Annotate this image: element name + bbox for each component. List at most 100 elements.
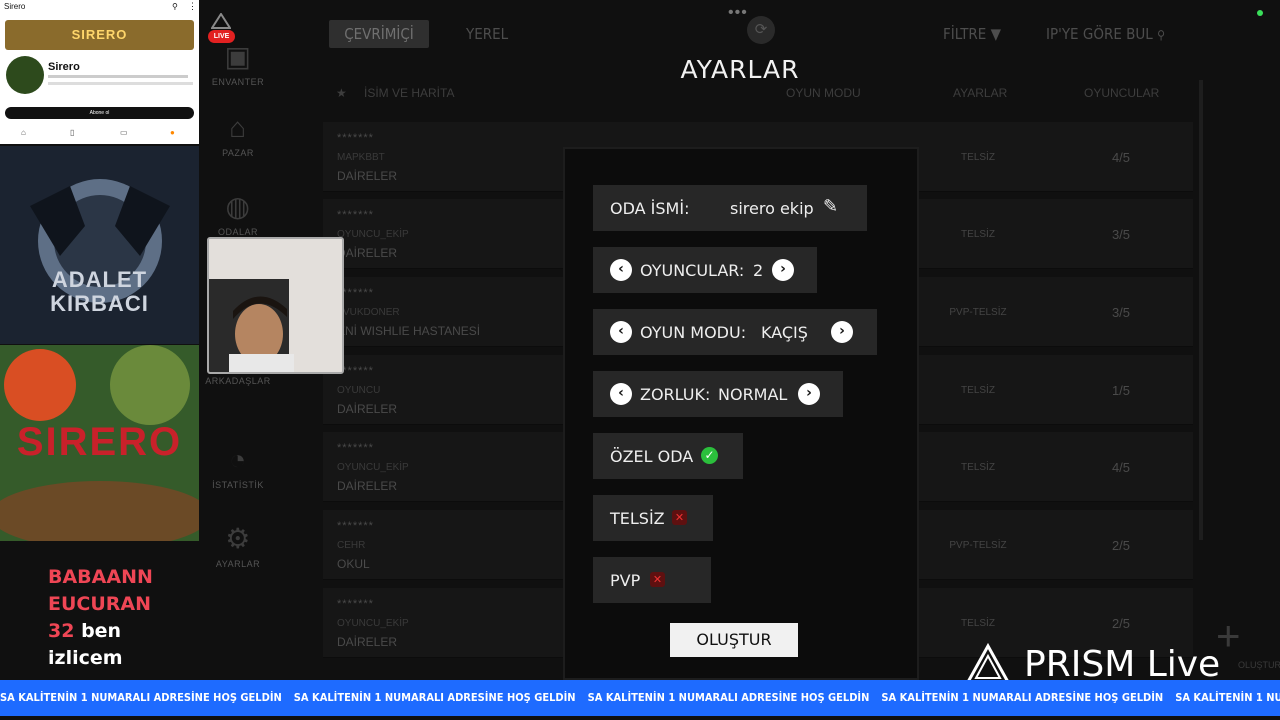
close-icon: ✕ [672, 510, 687, 525]
room-players: 4/5 [1111, 460, 1131, 475]
backpack-icon: ▣ [224, 41, 252, 72]
column-header-mode: OYUN MODU [786, 86, 861, 100]
room-list-scrollbar[interactable] [1199, 80, 1203, 540]
chevron-left-icon[interactable]: ‹ [610, 259, 632, 281]
webcam-image [209, 239, 342, 372]
radio-label: TELSİZ [610, 509, 665, 528]
filter-dropdown[interactable]: FİLTRE ▼ [943, 20, 1001, 48]
players-label: OYUNCULAR: [640, 261, 745, 280]
edit-icon[interactable]: ✎ [823, 196, 838, 217]
chevron-right-icon[interactable]: › [798, 383, 820, 405]
room-players: 2/5 [1111, 616, 1131, 631]
difficulty-value: NORMAL [718, 385, 788, 404]
youtube-navbar: ⌂ ▯ ▭ ● [0, 128, 199, 142]
ticker-banner: SA KALİTENİN 1 NUMARALI ADRESİNE HOŞ GEL… [0, 680, 1280, 716]
shop-icon: ⌂ [229, 112, 247, 143]
subscribe-button: Abone ol [5, 107, 194, 119]
chevron-left-icon[interactable]: ‹ [610, 321, 632, 343]
refresh-icon[interactable]: ⟳ [747, 16, 775, 44]
youtube-channel-preview: Sirero ⚲ ⋮ SIRERO Sirero Abone ol ⌂ ▯ ▭ … [0, 0, 199, 144]
room-map: DAİRELER [337, 246, 398, 260]
room-map: DAİRELER [337, 635, 398, 649]
ticker-segment: SA KALİTENİN 1 NUMARALI ADRESİNE HOŞ GEL… [587, 691, 870, 704]
logo-line-1: ADALET [51, 267, 148, 292]
channel-description-line [48, 82, 193, 85]
donation-amount: 32 [48, 620, 75, 642]
sidebar-item-rooms[interactable]: ◍ ODALAR [200, 190, 276, 237]
room-password-stars: ******* [337, 209, 374, 221]
sidebar-item-label: AYARLAR [215, 559, 261, 569]
ticker-segment: SA KALİTENİN 1 NUMARALI ADRESİNE HOŞ GEL… [0, 691, 282, 704]
difficulty-row: ‹ ZORLUK: NORMAL › [593, 371, 843, 417]
live-badge: LIVE [208, 30, 235, 43]
sidebar-item-inventory[interactable]: ▣ ENVANTER [200, 40, 276, 87]
room-name-label: ODA İSMİ: [610, 199, 690, 218]
channel-banner: SIRERO [5, 20, 194, 50]
search-icon: ⚲ [1157, 28, 1166, 42]
room-settings: PVP-TELSİZ [949, 307, 1007, 318]
pvp-toggle[interactable]: PVP ✕ [593, 557, 711, 603]
players-value: 2 [753, 261, 764, 280]
art-title: SIRERO [16, 420, 183, 464]
game-mode-value: KAÇIŞ [761, 323, 808, 342]
ip-search-button[interactable]: IP'YE GÖRE BUL ⚲ [1046, 20, 1165, 48]
players-row: ‹ OYUNCULAR: 2 › [593, 247, 817, 293]
subscriptions-icon: ▭ [120, 128, 128, 137]
room-players: 2/5 [1111, 538, 1131, 553]
room-owner: AVUKDONER [337, 307, 400, 318]
prism-live-text: PRISM Live [1024, 644, 1221, 685]
radio-toggle[interactable]: TELSİZ ✕ [593, 495, 713, 541]
room-settings: PVP-TELSİZ [949, 540, 1007, 551]
room-settings: TELSİZ [961, 618, 995, 629]
column-header-name: İSİM VE HARİTA [364, 86, 455, 100]
channel-description-line [48, 75, 188, 78]
home-icon: ⌂ [21, 128, 26, 137]
more-dots-icon[interactable]: ••• [728, 4, 748, 22]
close-icon: ✕ [650, 572, 665, 587]
room-map: DAİRELER [337, 169, 398, 183]
chevron-right-icon[interactable]: › [831, 321, 853, 343]
sidebar-item-settings[interactable]: ⚙ AYARLAR [200, 522, 276, 569]
room-name-value[interactable]: sirero ekip [730, 199, 814, 218]
room-map: ENİ WISHLIE HASTANESİ [337, 324, 481, 338]
profile-icon: ● [170, 128, 175, 137]
column-header-settings: AYARLAR [953, 86, 1008, 100]
sidebar-item-label: ENVANTER [211, 77, 265, 87]
room-map: OKUL [337, 557, 370, 571]
webcam-feed [207, 237, 344, 374]
room-owner: MAPKBBT [337, 152, 385, 163]
tab-online[interactable]: ÇEVRİMİÇİ [329, 20, 429, 48]
tab-local[interactable]: YEREL [466, 20, 508, 48]
gear-icon: ⚙ [225, 523, 251, 554]
chevron-left-icon[interactable]: ‹ [610, 383, 632, 405]
room-owner: OYUNCU [337, 385, 381, 396]
donation-alert: BABAANN EUCURAN 32 ben izlicem [48, 564, 153, 672]
room-settings: TELSİZ [961, 152, 995, 163]
sidebar-item-label: İSTATİSTİK [212, 480, 264, 490]
room-settings: TELSİZ [961, 229, 995, 240]
donation-amount-line: 32 ben [48, 618, 153, 645]
room-password-stars: ******* [337, 598, 374, 610]
private-room-toggle[interactable]: ÖZEL ODA ✓ [593, 433, 743, 479]
create-button[interactable]: OLUŞTUR [670, 623, 798, 657]
ticker-segment: SA KALİTENİN 1 NUMARALI ADRESİNE HOŞ GEL… [881, 691, 1164, 704]
chevron-right-icon[interactable]: › [772, 259, 794, 281]
sidebar-item-friends[interactable]: ARKADAŞLAR [200, 372, 276, 386]
sidebar-item-market[interactable]: ⌂ PAZAR [200, 112, 276, 158]
star-icon[interactable]: ★ [336, 86, 347, 100]
room-players: 1/5 [1111, 383, 1131, 398]
room-players: 4/5 [1111, 150, 1131, 165]
room-settings: TELSİZ [961, 385, 995, 396]
room-name-row[interactable]: ODA İSMİ: sirero ekip ✎ [593, 185, 867, 231]
room-owner: OYUNCU_EKİP [337, 229, 409, 240]
ticker-segment: SA KALİTENİN 1 NUMARALI ADRESİNE HOŞ GEL… [293, 691, 576, 704]
shorts-icon: ▯ [70, 128, 75, 137]
sidebar-item-stats[interactable]: ◔ İSTATİSTİK [200, 444, 276, 490]
status-dot [1257, 10, 1263, 16]
room-owner: CEHR [337, 540, 366, 551]
sirero-artwork: SIRERO [0, 345, 199, 541]
game-mode-row: ‹ OYUN MODU: KAÇIŞ › [593, 309, 877, 355]
sidebar-item-label: ARKADAŞLAR [205, 376, 271, 386]
donor-name-line-2: EUCURAN [48, 593, 152, 615]
room-password-stars: ******* [337, 442, 374, 454]
